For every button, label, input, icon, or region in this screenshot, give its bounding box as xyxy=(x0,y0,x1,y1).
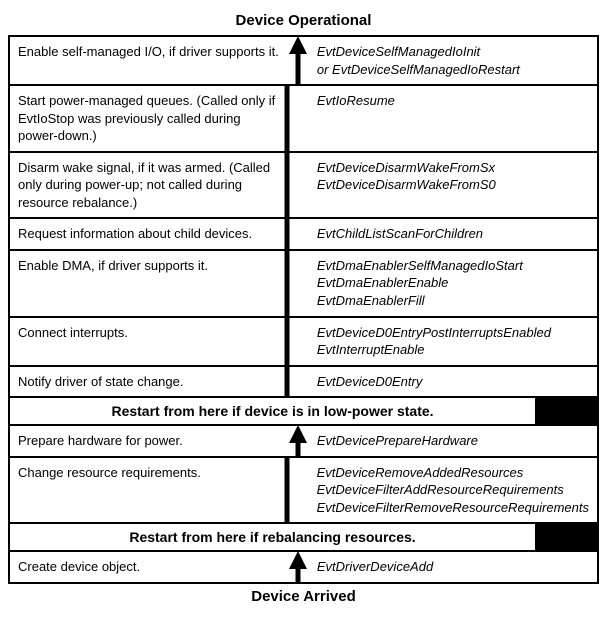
callbacks: EvtDeviceD0Entry xyxy=(309,367,597,397)
arrow-stem xyxy=(287,86,309,151)
table-row: Start power-managed queues. (Called only… xyxy=(10,86,597,153)
table-row: Enable self-managed I/O, if driver suppo… xyxy=(10,37,597,86)
table-row: Prepare hardware for power. EvtDevicePre… xyxy=(10,426,597,458)
action-text: Request information about child devices. xyxy=(10,219,287,249)
title-device-operational: Device Operational xyxy=(8,8,599,35)
banner-text: Restart from here if device is in low-po… xyxy=(10,398,535,424)
title-device-arrived: Device Arrived xyxy=(8,584,599,611)
table-row: Notify driver of state change. EvtDevice… xyxy=(10,367,597,399)
restart-banner-rebalance: Restart from here if rebalancing resourc… xyxy=(10,524,597,552)
callbacks: EvtIoResume xyxy=(309,86,597,151)
restart-banner-lowpower: Restart from here if device is in low-po… xyxy=(10,398,597,426)
callbacks: EvtChildListScanForChildren xyxy=(309,219,597,249)
table-row: Disarm wake signal, if it was armed. (Ca… xyxy=(10,153,597,220)
callbacks: EvtDevicePrepareHardware xyxy=(309,426,597,456)
table-row: Connect interrupts. EvtDeviceD0EntryPost… xyxy=(10,318,597,367)
arrow-stem xyxy=(287,318,309,365)
action-text: Create device object. xyxy=(10,552,287,582)
table-row: Enable DMA, if driver supports it. EvtDm… xyxy=(10,251,597,318)
up-arrow-icon xyxy=(287,426,309,456)
callbacks: EvtDriverDeviceAdd xyxy=(309,552,597,582)
callbacks: EvtDeviceDisarmWakeFromSx EvtDeviceDisar… xyxy=(309,153,597,218)
action-text: Prepare hardware for power. xyxy=(10,426,287,456)
action-text: Change resource requirements. xyxy=(10,458,287,523)
diagram-table: Enable self-managed I/O, if driver suppo… xyxy=(8,35,599,584)
arrow-stem xyxy=(287,458,309,523)
up-arrow-icon xyxy=(287,37,309,84)
arrow-stem xyxy=(287,219,309,249)
callbacks: EvtDmaEnablerSelfManagedIoStart EvtDmaEn… xyxy=(309,251,597,316)
up-arrow-icon xyxy=(287,552,309,582)
arrow-stem xyxy=(287,367,309,397)
callbacks: EvtDeviceD0EntryPostInterruptsEnabled Ev… xyxy=(309,318,597,365)
callbacks: EvtDeviceRemoveAddedResources EvtDeviceF… xyxy=(309,458,597,523)
action-text: Disarm wake signal, if it was armed. (Ca… xyxy=(10,153,287,218)
table-row: Change resource requirements. EvtDeviceR… xyxy=(10,458,597,525)
arrow-stem xyxy=(287,153,309,218)
action-text: Enable self-managed I/O, if driver suppo… xyxy=(10,37,287,84)
action-text: Enable DMA, if driver supports it. xyxy=(10,251,287,316)
table-row: Request information about child devices.… xyxy=(10,219,597,251)
arrow-stem xyxy=(287,251,309,316)
action-text: Connect interrupts. xyxy=(10,318,287,365)
table-row: Create device object. EvtDriverDeviceAdd xyxy=(10,552,597,584)
callbacks: EvtDeviceSelfManagedIoInit or EvtDeviceS… xyxy=(309,37,597,84)
action-text: Notify driver of state change. xyxy=(10,367,287,397)
banner-text: Restart from here if rebalancing resourc… xyxy=(10,524,535,550)
action-text: Start power-managed queues. (Called only… xyxy=(10,86,287,151)
